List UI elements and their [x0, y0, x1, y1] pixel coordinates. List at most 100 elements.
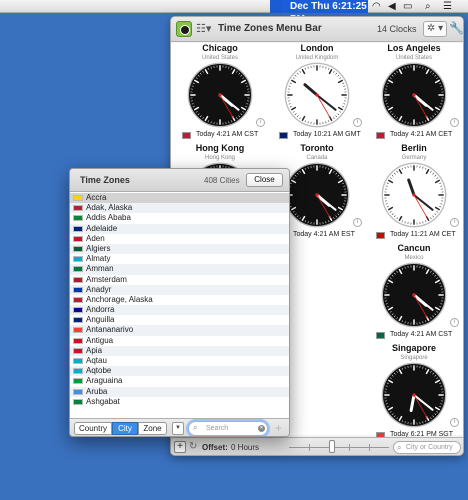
list-item[interactable]: Anchorage, Alaska [70, 295, 289, 305]
info-icon[interactable]: i [450, 118, 459, 127]
clock-cell[interactable]: London United Kingdom i Today 10:21 AM GMT [269, 43, 365, 143]
city-name: Aruba [86, 386, 108, 396]
reset-time-icon[interactable]: ↻ [189, 441, 197, 452]
flag-icon [73, 205, 83, 212]
city-name: Anguilla [86, 315, 115, 325]
notification-icon[interactable]: ☰ [443, 1, 452, 12]
info-icon[interactable]: i [450, 218, 459, 227]
list-view-icon[interactable]: ☷▾ [196, 22, 211, 35]
clock-country: Singapore [400, 355, 428, 361]
info-icon[interactable]: i [256, 118, 265, 127]
clock-city: Hong Kong [195, 143, 245, 153]
list-item[interactable]: Adak, Alaska [70, 203, 289, 214]
menubar-date-time[interactable]: Dec Thu 6:21:25 PM [282, 0, 368, 25]
segment-country[interactable]: Country [74, 422, 112, 435]
list-item[interactable]: Adelaide [70, 223, 289, 234]
clock-time-text: Today 11:21 AM CET [390, 231, 456, 238]
flag-icon [73, 286, 83, 293]
tz-title: Time Zones [80, 175, 130, 185]
info-icon[interactable]: i [353, 218, 362, 227]
clock-country: Canada [306, 155, 328, 161]
flag-icon [182, 132, 191, 139]
city-list: Accra Adak, Alaska Addis Ababa Adelaide Aden… [70, 193, 289, 413]
city-country-search[interactable]: City or Country [393, 441, 461, 454]
list-item[interactable]: Addis Ababa [70, 213, 289, 223]
volume-icon[interactable]: ◀ [388, 1, 396, 12]
offset-label: Offset: [202, 443, 228, 452]
list-item[interactable]: Aruba [70, 386, 289, 397]
slider-tick [349, 444, 350, 451]
analog-clock-face [381, 162, 447, 228]
segment-zone[interactable]: Zone [138, 422, 167, 435]
analog-clock-face [381, 262, 447, 328]
list-item[interactable]: Andorra [70, 305, 289, 316]
flag-icon [73, 378, 83, 385]
analog-clock-face [381, 362, 447, 428]
clear-search-icon[interactable]: ✕ [258, 425, 265, 432]
clock-cell[interactable]: Berlin Germany i Today 11:21 AM CET [366, 143, 462, 243]
clock-city: Los Angeles [387, 43, 441, 53]
offset-slider-thumb[interactable] [329, 440, 335, 453]
wifi-icon[interactable]: ◠ [372, 1, 381, 12]
add-city-icon[interactable]: + [275, 422, 282, 434]
clock-city: Chicago [202, 43, 238, 53]
list-item[interactable]: Algiers [70, 243, 289, 255]
city-name: Adak, Alaska [86, 203, 133, 213]
flag-icon [73, 276, 83, 283]
city-name: Anchorage, Alaska [86, 294, 153, 304]
list-item[interactable]: Ashgabat [70, 397, 289, 407]
clock-cell[interactable]: Singapore Singapore i Today 6:21 PM SGT [366, 343, 462, 443]
info-icon[interactable]: i [450, 418, 459, 427]
clock-cell[interactable]: Chicago United States i Today 4:21 AM CST [172, 43, 268, 143]
analog-clock-face [381, 62, 447, 128]
list-item[interactable]: Anadyr [70, 284, 289, 295]
wrench-icon[interactable]: 🔧 [449, 21, 463, 35]
flag-icon [73, 266, 83, 273]
app-icon[interactable] [176, 21, 192, 37]
list-item[interactable]: Aqtobe [70, 366, 289, 377]
analog-clock-face [284, 62, 350, 128]
gear-menu-button[interactable]: ✲ ▾ [423, 21, 447, 37]
info-icon[interactable]: i [353, 118, 362, 127]
menu-bar: Dec Thu 6:21:25 PM ◠ ◀ ▭ ⌕ ☰ [0, 0, 468, 25]
list-item[interactable]: Apia [70, 345, 289, 356]
slider-tick [369, 444, 370, 451]
filter-dropdown-button[interactable]: ▼ [172, 422, 184, 435]
flag-icon [73, 358, 83, 364]
list-item[interactable]: Amman [70, 264, 289, 275]
list-item[interactable]: Aden [70, 234, 289, 244]
list-item[interactable]: Almaty [70, 254, 289, 264]
flag-icon [73, 317, 83, 324]
flag-icon [73, 368, 83, 375]
clock-time-text: Today 10:21 AM GMT [293, 131, 361, 138]
list-item[interactable]: Aqtau [70, 356, 289, 366]
clock-country: United Kingdom [295, 55, 339, 61]
info-icon[interactable]: i [450, 318, 459, 327]
spotlight-icon[interactable]: ⌕ [425, 1, 431, 12]
clock-time-text: Today 4:21 AM EST [293, 231, 355, 238]
analog-clock-face [187, 62, 253, 128]
city-name: Antigua [86, 335, 114, 345]
flag-icon [73, 225, 83, 232]
city-name: Addis Ababa [86, 213, 131, 223]
list-item[interactable]: Anguilla [70, 315, 289, 325]
battery-icon[interactable]: ▭ [403, 1, 412, 12]
time-zones-window: Time Zones 408 Cities Close Accra Adak, A… [69, 168, 290, 437]
list-item[interactable]: Araguaina [70, 376, 289, 386]
city-name: Aqtobe [86, 366, 112, 376]
clock-app-icon[interactable] [270, 0, 282, 13]
close-button[interactable]: Close [246, 173, 283, 187]
offset-slider-track[interactable] [289, 447, 389, 448]
list-item[interactable]: Antigua [70, 336, 289, 346]
add-clock-button[interactable]: + [174, 441, 186, 453]
segment-city[interactable]: City [112, 422, 138, 435]
clock-country: United States [201, 55, 239, 61]
clock-city: Toronto [300, 143, 334, 153]
list-item[interactable]: Amsterdam [70, 275, 289, 285]
clock-cell[interactable]: Los Angeles United States i Today 4:21 AM C… [366, 43, 462, 143]
city-count: 408 Cities [204, 176, 240, 185]
clock-cell[interactable]: Cancun Mexico i Today 4:21 AM CST [366, 243, 462, 343]
list-item[interactable]: Accra [70, 193, 289, 204]
search-input[interactable]: Search [188, 421, 268, 436]
list-item[interactable]: Antananarivo [70, 325, 289, 336]
